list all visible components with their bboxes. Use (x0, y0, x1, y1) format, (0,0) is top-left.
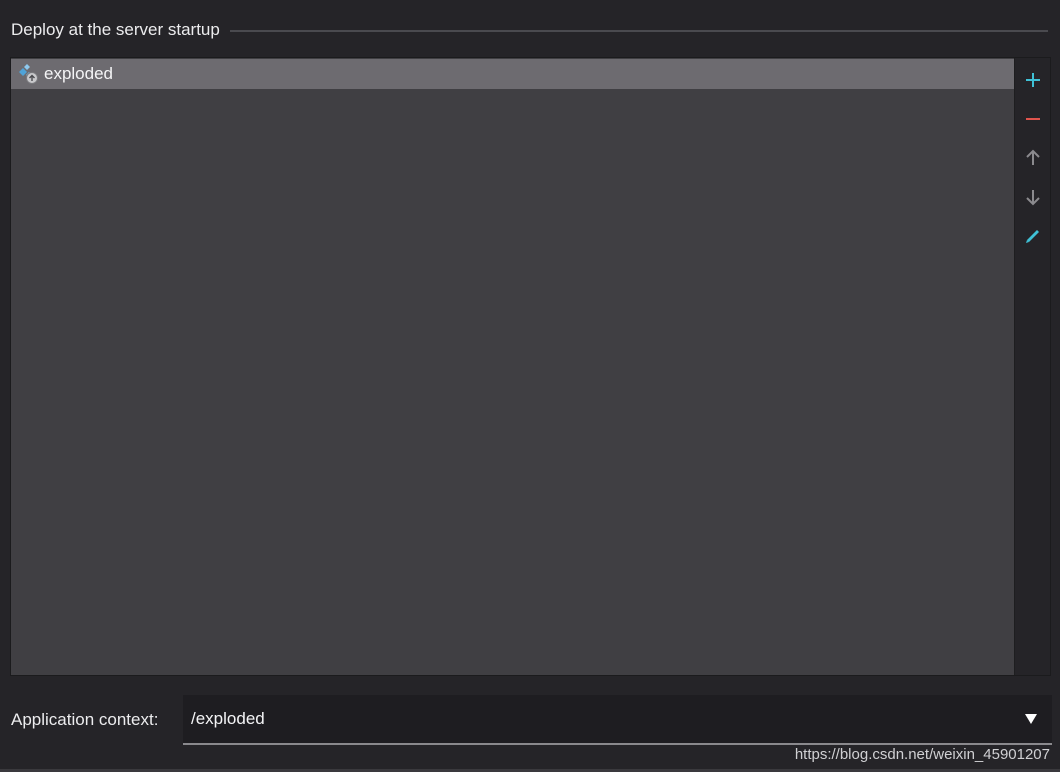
artifact-exploded-icon (16, 62, 40, 86)
pencil-icon (1025, 230, 1039, 243)
deployment-panel: Deploy at the server startup exploded Ap… (0, 0, 1060, 772)
list-item-label: exploded (44, 64, 114, 83)
application-context-combobox[interactable]: /exploded (183, 695, 1052, 745)
plus-icon (1025, 73, 1040, 87)
list-toolbar (1014, 58, 1050, 675)
move-down-button[interactable] (1019, 183, 1047, 211)
dropdown-arrow-icon[interactable] (1024, 712, 1038, 726)
application-context-value[interactable]: /exploded (191, 709, 1024, 729)
artifacts-list[interactable]: exploded (11, 58, 1014, 675)
application-context-row: Application context: /exploded (11, 694, 1052, 746)
minus-icon (1025, 118, 1040, 120)
section-header: Deploy at the server startup (11, 18, 1048, 42)
remove-button[interactable] (1019, 105, 1047, 133)
artifacts-panel: exploded (10, 57, 1051, 676)
move-up-button[interactable] (1019, 144, 1047, 172)
arrow-down-icon (1025, 190, 1040, 206)
application-context-label: Application context: (11, 710, 159, 729)
add-button[interactable] (1019, 66, 1047, 94)
arrow-up-icon (1025, 149, 1040, 165)
list-item-exploded[interactable]: exploded (11, 59, 1014, 89)
edit-button[interactable] (1019, 222, 1047, 250)
section-divider (229, 30, 1048, 32)
watermark-text: https://blog.csdn.net/weixin_45901207 (794, 746, 1050, 763)
section-title: Deploy at the server startup (11, 20, 220, 39)
